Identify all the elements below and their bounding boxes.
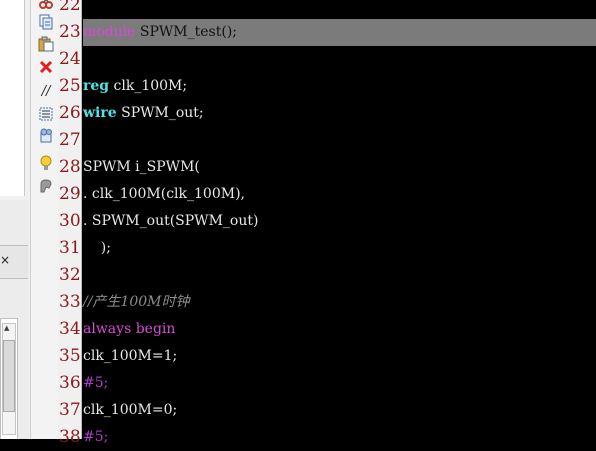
tools-icon[interactable]: [38, 178, 54, 194]
code-line[interactable]: );: [83, 235, 111, 262]
vertical-toolbar: //: [30, 0, 59, 439]
code-text: SPWM i_SPWM(: [83, 159, 200, 175]
keyword-module: module: [83, 24, 136, 40]
code-text: SPWM_out;: [116, 105, 204, 121]
code-line[interactable]: //产生100M时钟: [83, 289, 190, 316]
code-text: clk_100M=0;: [83, 402, 178, 418]
line-number: 25: [59, 76, 81, 96]
code-line[interactable]: . SPWM_out(SPWM_out): [83, 208, 258, 235]
line-number: 22: [59, 0, 81, 15]
project-tree-area: [0, 0, 25, 196]
line-number: 32: [59, 265, 81, 285]
code-comment: //产生100M时钟: [83, 294, 190, 310]
code-line[interactable]: clk_100M=0;: [83, 397, 177, 424]
line-number: 31: [59, 238, 81, 258]
comment-icon[interactable]: //: [38, 84, 54, 100]
close-icon[interactable]: ×: [0, 253, 10, 267]
code-line[interactable]: clk_100M=1;: [83, 343, 177, 370]
code-text: . SPWM_out(SPWM_out): [83, 213, 259, 229]
code-line[interactable]: wire SPWM_out;: [83, 100, 204, 127]
line-number: 35: [59, 346, 81, 366]
lightbulb-icon[interactable]: [38, 155, 54, 171]
keyword-always-begin: always begin: [83, 321, 176, 337]
code-line[interactable]: module SPWM_test();: [83, 19, 237, 46]
line-number: 29: [59, 184, 81, 204]
line-number: 36: [59, 373, 81, 393]
code-line[interactable]: always begin: [83, 316, 175, 343]
delay-statement: #5;: [83, 375, 109, 391]
delay-statement: #5;: [83, 429, 109, 445]
code-line[interactable]: #5;: [83, 370, 108, 397]
code-line[interactable]: reg clk_100M;: [83, 73, 187, 100]
code-line[interactable]: . clk_100M(clk_100M),: [83, 181, 245, 208]
bookmark-icon[interactable]: [38, 128, 54, 144]
line-number: 30: [59, 211, 81, 231]
scrollbar-thumb[interactable]: [3, 340, 15, 412]
code-text: SPWM_test();: [135, 24, 238, 40]
code-text: clk_100M=1;: [83, 348, 178, 364]
column-select-icon[interactable]: [38, 106, 54, 122]
cut-icon[interactable]: [38, 0, 54, 10]
scroll-up-arrow-icon[interactable]: ▲: [4, 324, 9, 332]
delete-icon[interactable]: [38, 59, 54, 75]
left-panel: × ▲: [0, 0, 30, 439]
line-number: 28: [59, 157, 81, 177]
line-number: 24: [59, 49, 81, 69]
line-number: 26: [59, 103, 81, 123]
code-text: clk_100M;: [109, 78, 188, 94]
line-number: 27: [59, 130, 81, 150]
keyword-reg: reg: [83, 78, 110, 94]
line-number: 33: [59, 292, 81, 312]
line-number: 34: [59, 319, 81, 339]
line-number: 23: [59, 22, 81, 42]
code-text: );: [83, 240, 111, 256]
code-text: . clk_100M(clk_100M),: [83, 186, 245, 202]
code-line[interactable]: SPWM i_SPWM(: [83, 154, 200, 181]
paste-icon[interactable]: [38, 36, 54, 52]
copy-icon[interactable]: [38, 14, 54, 30]
keyword-wire: wire: [83, 105, 117, 121]
line-number: 38: [59, 427, 81, 447]
line-number: 37: [59, 400, 81, 420]
code-line[interactable]: #5;: [83, 424, 108, 451]
